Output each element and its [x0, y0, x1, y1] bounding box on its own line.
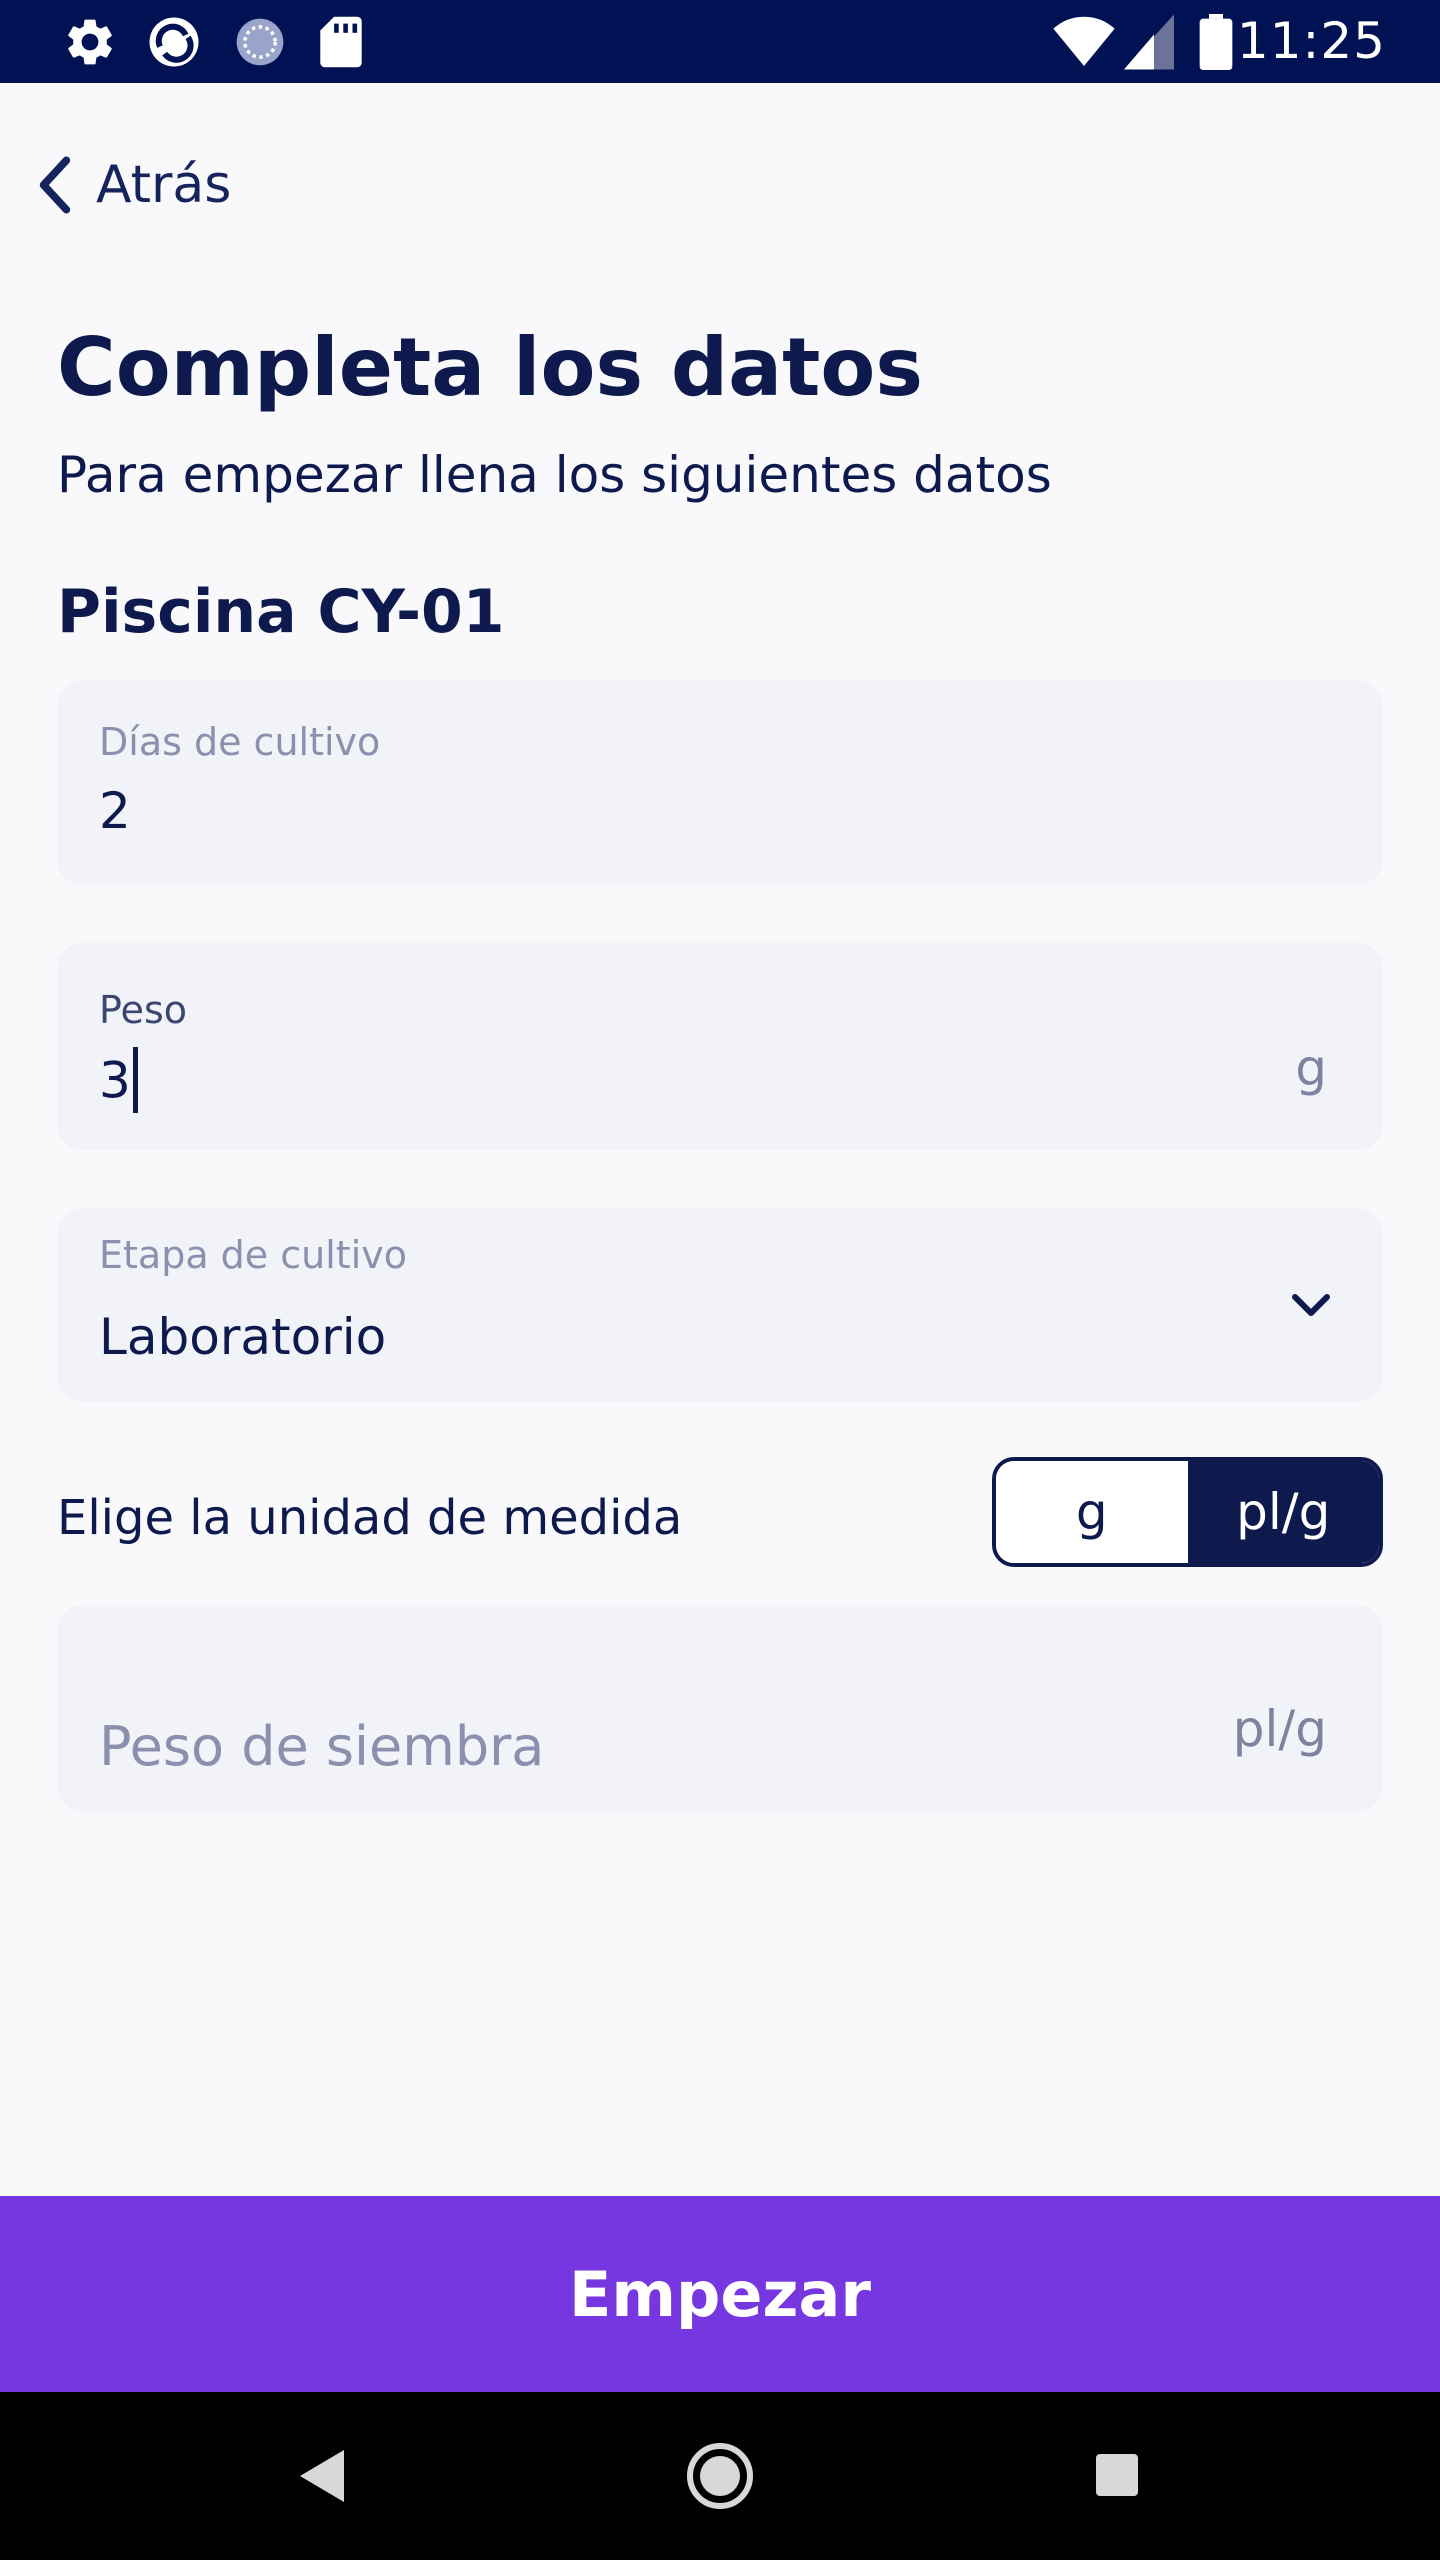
- app-logo-icon: [149, 17, 199, 67]
- seed-weight-placeholder: Peso de siembra: [99, 1715, 545, 1778]
- back-button[interactable]: Atrás: [36, 140, 231, 230]
- sync-icon: [236, 18, 284, 66]
- seed-weight-unit: pl/g: [1232, 1700, 1327, 1758]
- days-of-culture-label: Días de cultivo: [99, 720, 381, 764]
- culture-stage-select[interactable]: Etapa de cultivo Laboratorio: [57, 1208, 1383, 1402]
- chevron-down-icon: [1292, 1294, 1330, 1316]
- navigation-bar: [0, 2392, 1440, 2560]
- days-of-culture-value: 2: [99, 782, 131, 840]
- start-button[interactable]: Empezar: [0, 2196, 1440, 2392]
- text-cursor: [132, 1047, 138, 1113]
- pool-section-title: Piscina CY-01: [57, 577, 505, 647]
- weight-value-wrapper: 3: [99, 1047, 138, 1117]
- weight-label: Peso: [99, 988, 187, 1032]
- page-subtitle: Para empezar llena los siguientes datos: [57, 446, 1052, 504]
- culture-stage-value: Laboratorio: [99, 1308, 387, 1366]
- chevron-left-icon: [39, 156, 71, 214]
- status-bar: 11:25: [0, 0, 1440, 83]
- signal-icon: [1124, 14, 1174, 70]
- seed-weight-field[interactable]: Peso de siembra pl/g: [57, 1605, 1383, 1812]
- gear-icon: [68, 19, 112, 65]
- weight-value: 3: [99, 1051, 131, 1110]
- weight-field[interactable]: Peso 3 g: [57, 943, 1383, 1150]
- unit-option-g[interactable]: g: [996, 1461, 1188, 1563]
- wifi-icon: [1053, 16, 1115, 67]
- home-circle-icon[interactable]: [686, 2442, 754, 2510]
- battery-icon: [1199, 14, 1233, 70]
- weight-unit: g: [1295, 1039, 1327, 1097]
- unit-toggle: g pl/g: [992, 1457, 1383, 1567]
- back-label: Atrás: [96, 155, 232, 215]
- unit-option-plg[interactable]: pl/g: [1187, 1461, 1379, 1563]
- culture-stage-label: Etapa de cultivo: [99, 1233, 407, 1277]
- page-title: Completa los datos: [57, 321, 923, 414]
- days-of-culture-field[interactable]: Días de cultivo 2: [57, 680, 1383, 885]
- back-triangle-icon[interactable]: [296, 2446, 348, 2506]
- recents-square-icon[interactable]: [1094, 2452, 1140, 2498]
- status-time: 11:25: [1236, 12, 1386, 70]
- unit-choice-label: Elige la unidad de medida: [57, 1490, 683, 1546]
- sd-card-icon: [320, 16, 362, 68]
